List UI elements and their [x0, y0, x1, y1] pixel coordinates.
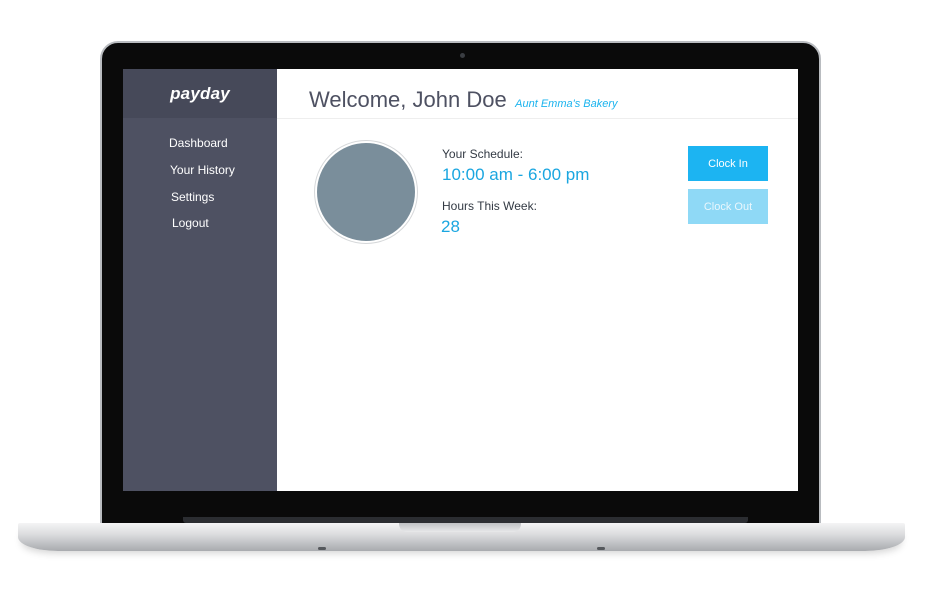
sidebar-item-settings[interactable]: Settings	[171, 190, 214, 204]
laptop-mockup: payday Dashboard Your History Settings L…	[0, 0, 933, 615]
hours-label: Hours This Week:	[442, 199, 537, 213]
clock-out-button[interactable]: Clock Out	[688, 189, 768, 224]
laptop-base	[18, 517, 905, 551]
clock-in-button[interactable]: Clock In	[688, 146, 768, 181]
lid-notch	[399, 523, 521, 532]
page-header: Welcome, John Doe Aunt Emma's Bakery	[309, 87, 618, 113]
sidebar-item-logout[interactable]: Logout	[172, 216, 209, 230]
brand-header: payday	[123, 69, 277, 118]
brand-logo[interactable]: payday	[170, 84, 230, 104]
laptop-lid: payday Dashboard Your History Settings L…	[100, 41, 821, 525]
sidebar: payday Dashboard Your History Settings L…	[123, 69, 277, 491]
foot-left	[318, 547, 326, 550]
sidebar-item-your-history[interactable]: Your History	[170, 163, 235, 177]
schedule-label: Your Schedule:	[442, 147, 523, 161]
schedule-value: 10:00 am - 6:00 pm	[442, 165, 590, 184]
avatar	[315, 141, 417, 243]
foot-right	[597, 547, 605, 550]
company-name: Aunt Emma's Bakery	[515, 98, 618, 110]
sidebar-item-dashboard[interactable]: Dashboard	[169, 136, 228, 150]
camera-icon	[460, 53, 465, 58]
page-title: Welcome, John Doe	[309, 87, 507, 112]
main-content: Welcome, John Doe Aunt Emma's Bakery You…	[277, 69, 798, 491]
hours-value: 28	[441, 217, 460, 236]
app-screen: payday Dashboard Your History Settings L…	[123, 69, 798, 491]
header-divider	[277, 118, 798, 119]
